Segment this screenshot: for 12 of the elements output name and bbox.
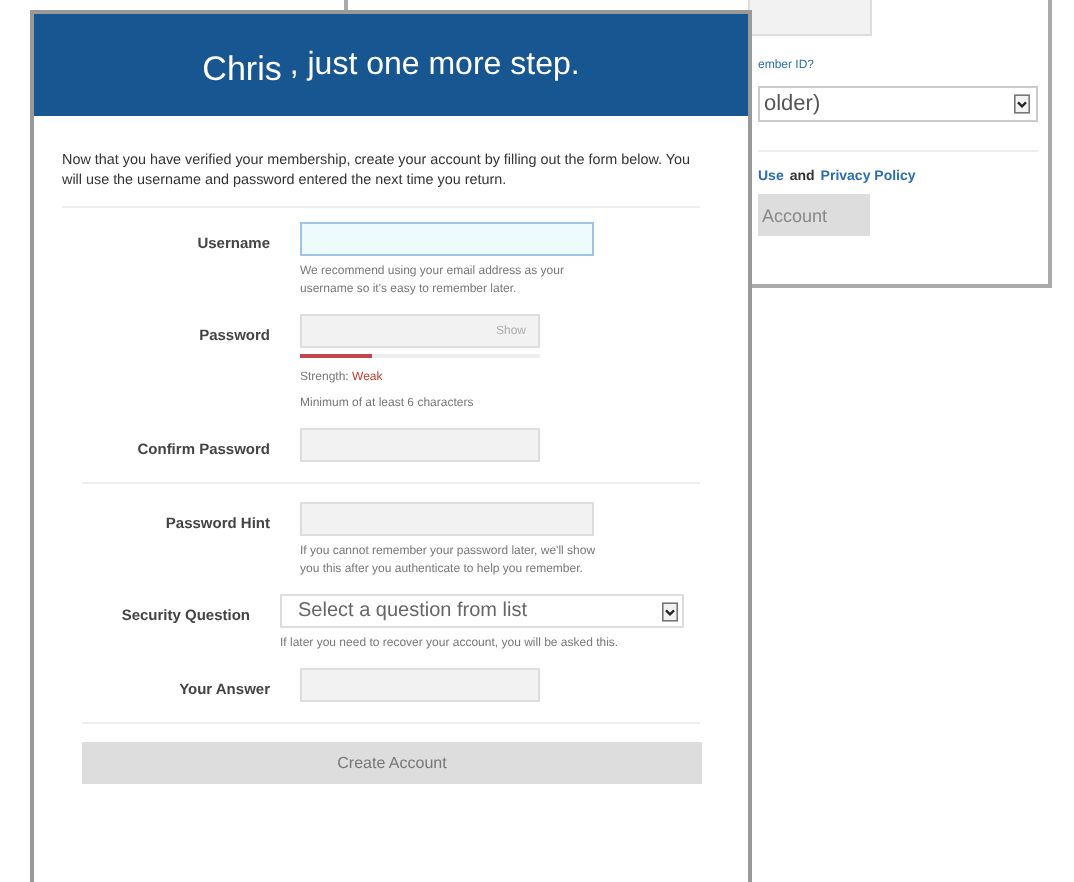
dropdown-placeholder: Select a question from list: [298, 600, 527, 622]
dropdown[interactable]: older): [758, 86, 1038, 122]
input-field[interactable]: [748, 0, 872, 36]
input-field[interactable]: [300, 428, 540, 462]
input-field[interactable]: [300, 222, 594, 256]
create-account-button[interactable]: Create Account: [82, 742, 702, 784]
input-field[interactable]: [300, 668, 540, 702]
dialog-title: , just one more step.: [289, 47, 580, 83]
user-name: Chris: [202, 49, 282, 89]
dropdown-value: older): [764, 92, 821, 116]
question-dropdown[interactable]: Select a question from list: [280, 594, 684, 628]
input-field[interactable]: [300, 502, 594, 536]
